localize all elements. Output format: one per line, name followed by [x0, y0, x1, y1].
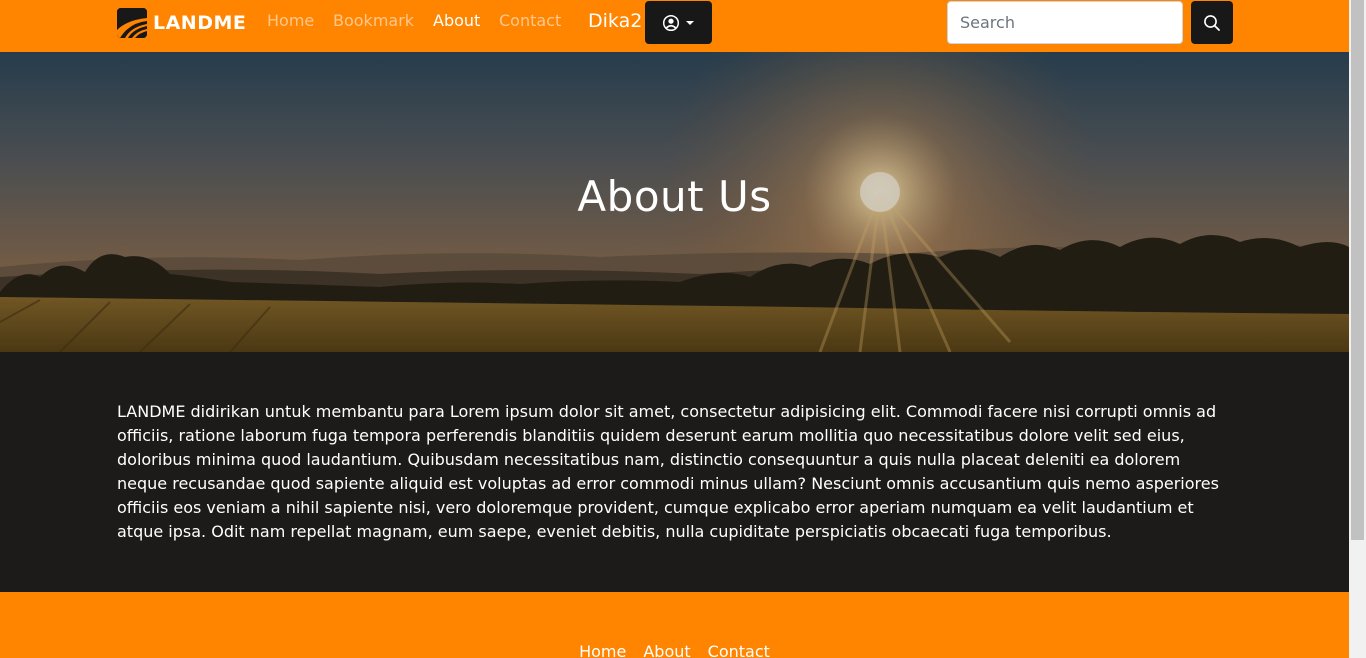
scrollbar-thumb[interactable]: [1351, 0, 1364, 540]
caret-down-icon: [685, 20, 694, 25]
user-dropdown-button[interactable]: [645, 1, 712, 44]
footer-nav: Home About Contact: [0, 642, 1349, 658]
nav-link-home[interactable]: Home: [267, 11, 314, 30]
footer-link-about[interactable]: About: [643, 642, 690, 658]
search-button[interactable]: [1191, 1, 1233, 44]
page-scrollbar[interactable]: [1349, 0, 1366, 658]
footer: Home About Contact: [0, 592, 1349, 658]
page-title: About Us: [577, 172, 772, 221]
search-input[interactable]: [947, 1, 1183, 44]
brand-link[interactable]: LANDME: [117, 8, 246, 38]
username-label: Dika2: [588, 10, 643, 32]
landme-logo-icon: [117, 8, 147, 38]
nav-link-about[interactable]: About: [433, 11, 480, 30]
nav-link-contact[interactable]: Contact: [499, 11, 561, 30]
about-paragraph: LANDME didirikan untuk membantu para Lor…: [117, 402, 1219, 541]
user-circle-icon: [662, 14, 694, 31]
brand-name: LANDME: [153, 12, 247, 34]
navbar: LANDME Home Bookmark About Contact Dika2: [0, 0, 1349, 52]
hero-banner: About Us: [0, 52, 1349, 352]
footer-link-home[interactable]: Home: [579, 642, 626, 658]
about-section: LANDME didirikan untuk membantu para Lor…: [0, 352, 1349, 592]
footer-link-contact[interactable]: Contact: [708, 642, 770, 658]
search-icon: [1204, 14, 1220, 31]
nav-link-bookmark[interactable]: Bookmark: [333, 11, 414, 30]
